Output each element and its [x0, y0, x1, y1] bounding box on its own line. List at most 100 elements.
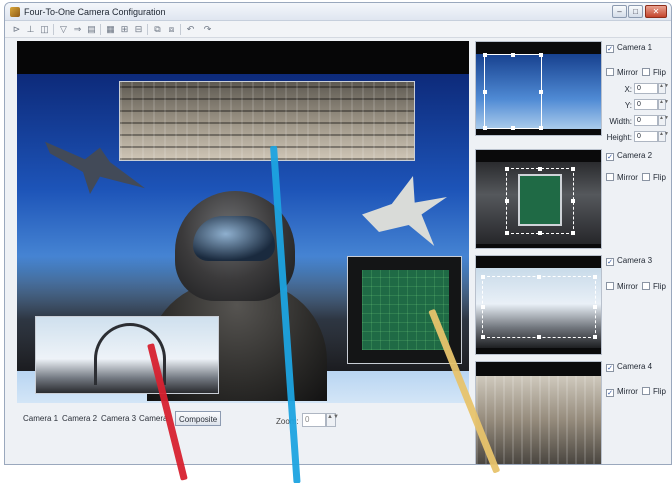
camera-3-enable[interactable]: ✓ Camera 3: [606, 256, 652, 268]
resize-handle[interactable]: [511, 53, 515, 57]
redo-icon[interactable]: ↷: [202, 24, 213, 35]
resize-handle[interactable]: [481, 275, 485, 279]
camera-1-height-input[interactable]: 0: [634, 131, 658, 142]
camera-3-mirror-checkbox[interactable]: [606, 282, 614, 290]
camera-4-checkbox[interactable]: ✓: [606, 364, 614, 372]
resize-handle[interactable]: [483, 126, 487, 130]
camera-2-enable[interactable]: ✓ Camera 2: [606, 151, 652, 163]
camera-4-mirror-label: Mirror: [617, 387, 638, 396]
camera-1-checkbox[interactable]: ✓: [606, 45, 614, 53]
pilot-visor: [193, 216, 275, 261]
camera-1-y-input[interactable]: 0: [634, 99, 658, 110]
resize-handle[interactable]: [571, 167, 575, 171]
camera-3-checkbox[interactable]: ✓: [606, 258, 614, 266]
camera-1-width-spinner[interactable]: ▲▼: [658, 115, 669, 126]
maximize-button[interactable]: □: [628, 5, 643, 18]
resize-handle[interactable]: [537, 275, 541, 279]
resize-handle[interactable]: [539, 53, 543, 57]
camera-3-selection[interactable]: [481, 275, 597, 339]
camera-1-mirror-checkbox[interactable]: [606, 68, 614, 76]
camera-2-flip[interactable]: Flip: [642, 173, 666, 185]
camera-1-x-spinner[interactable]: ▲▼: [658, 83, 669, 94]
toolbar-separator: [53, 24, 54, 35]
camera-1-x-label: X:: [624, 85, 632, 94]
resize-handle[interactable]: [593, 335, 597, 339]
camera-1-x-input[interactable]: 0: [634, 83, 658, 94]
inset-cockpit-panel[interactable]: [119, 81, 415, 161]
camera-4-enable[interactable]: ✓ Camera 4: [606, 362, 652, 374]
camera-2-flip-checkbox[interactable]: [642, 173, 650, 181]
camera-2-thumbnail[interactable]: [475, 149, 602, 249]
resize-handle[interactable]: [571, 231, 575, 235]
resize-handle[interactable]: [481, 305, 485, 309]
zoom-input[interactable]: 0: [302, 413, 326, 427]
camera-3-thumbnail[interactable]: [475, 255, 602, 355]
camera-2-selection[interactable]: [505, 167, 575, 235]
print-icon[interactable]: ▤: [86, 24, 97, 35]
step-back-icon[interactable]: ⊳: [11, 24, 22, 35]
step-icon[interactable]: ⊥: [25, 24, 36, 35]
camera-1-width-input[interactable]: 0: [634, 115, 658, 126]
camera-1-y-spinner[interactable]: ▲▼: [658, 99, 669, 110]
undo-icon[interactable]: ↶: [185, 24, 196, 35]
resize-handle[interactable]: [505, 231, 509, 235]
resize-handle[interactable]: [505, 199, 509, 203]
resize-handle[interactable]: [505, 167, 509, 171]
camera-4-flip-checkbox[interactable]: [642, 387, 650, 395]
close-button[interactable]: ✕: [645, 5, 667, 18]
camera-3-flip[interactable]: Flip: [642, 282, 666, 294]
tab-camera-2[interactable]: Camera 2: [62, 411, 97, 426]
camera-3-flip-checkbox[interactable]: [642, 282, 650, 290]
camera-2-label: Camera 2: [617, 151, 653, 160]
resize-handle[interactable]: [593, 305, 597, 309]
resize-handle[interactable]: [538, 167, 542, 171]
resize-handle[interactable]: [483, 53, 487, 57]
camera-4-mirror-checkbox[interactable]: ✓: [606, 389, 614, 397]
resize-handle[interactable]: [481, 335, 485, 339]
camera-3-mirror[interactable]: Mirror: [606, 282, 638, 294]
resize-handle[interactable]: [538, 231, 542, 235]
toolbar: ⊳ ⊥ ◫ ▽ ⇒ ▤ ▦ ⊞ ⊟ ⧉ ⧈ ↶ ↷: [5, 21, 671, 38]
camera-1-flip-label: Flip: [653, 68, 666, 77]
forward-icon[interactable]: ⇒: [72, 24, 83, 35]
camera-1-selection[interactable]: [483, 53, 543, 130]
inset-canopy-view[interactable]: [35, 316, 219, 394]
grid-icon[interactable]: ▦: [105, 24, 116, 35]
resize-handle[interactable]: [539, 126, 543, 130]
composite-preview[interactable]: [17, 41, 469, 403]
filter-icon[interactable]: ▽: [58, 24, 69, 35]
layout-split-icon[interactable]: ⊟: [133, 24, 144, 35]
zoom-spinner[interactable]: ▲▼: [326, 413, 339, 427]
camera-4-thumbnail[interactable]: [475, 361, 602, 464]
tab-composite[interactable]: Composite: [175, 411, 222, 426]
resize-handle[interactable]: [539, 89, 543, 94]
camera-3-label: Camera 3: [617, 256, 653, 265]
minimize-button[interactable]: –: [612, 5, 627, 18]
resize-handle[interactable]: [483, 89, 487, 94]
paste-icon[interactable]: ⧈: [166, 24, 177, 35]
copy-icon[interactable]: ⧉: [152, 24, 163, 35]
mfd-screen: [362, 270, 449, 350]
toolbar-separator: [147, 24, 148, 35]
tab-camera-3[interactable]: Camera 3: [101, 411, 136, 426]
camera-4-mirror[interactable]: ✓ Mirror: [606, 387, 638, 399]
camera-2-mirror-checkbox[interactable]: [606, 173, 614, 181]
resize-handle[interactable]: [593, 275, 597, 279]
camera-1-flip[interactable]: Flip: [642, 68, 666, 80]
tab-camera-1[interactable]: Camera 1: [23, 411, 58, 426]
camera-2-mirror[interactable]: Mirror: [606, 173, 638, 185]
camera-1-mirror[interactable]: Mirror: [606, 68, 638, 80]
camera-1-height-spinner[interactable]: ▲▼: [658, 131, 669, 142]
view-tabs: Camera 1 Camera 2 Camera 3 Camera Compos…: [17, 409, 277, 427]
resize-handle[interactable]: [571, 199, 575, 203]
camera-1-thumbnail[interactable]: [475, 41, 602, 136]
save-icon[interactable]: ◫: [39, 24, 50, 35]
camera-4-flip[interactable]: Flip: [642, 387, 666, 399]
camera-1-enable[interactable]: ✓ Camera 1: [606, 43, 652, 55]
resize-handle[interactable]: [537, 335, 541, 339]
resize-handle[interactable]: [511, 126, 515, 130]
layout-icon[interactable]: ⊞: [119, 24, 130, 35]
camera-2-checkbox[interactable]: ✓: [606, 153, 614, 161]
title-bar[interactable]: Four-To-One Camera Configuration – □ ✕: [5, 3, 671, 21]
camera-1-flip-checkbox[interactable]: [642, 68, 650, 76]
